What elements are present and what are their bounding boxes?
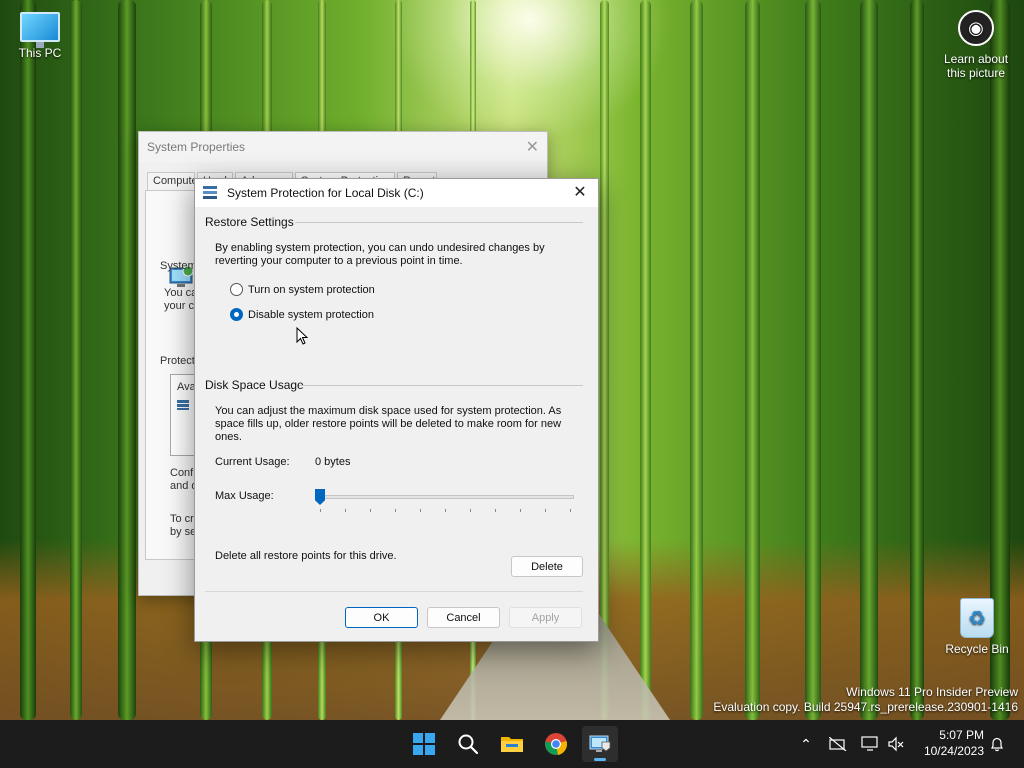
drive-icon <box>177 400 189 410</box>
close-icon[interactable]: ✕ <box>526 137 539 157</box>
file-explorer-icon <box>501 737 523 752</box>
system-properties-icon <box>589 735 611 752</box>
mouse-pointer-icon <box>296 327 308 345</box>
slider-track[interactable] <box>315 495 574 499</box>
apply-button[interactable]: Apply <box>509 607 582 628</box>
network-off-icon <box>829 737 847 751</box>
network-status[interactable] <box>826 720 850 768</box>
slider-tick <box>445 509 446 512</box>
start-button[interactable] <box>406 726 442 762</box>
create-text-line1: To cr <box>170 513 194 525</box>
configure-text-line1: Confi <box>170 467 196 479</box>
cancel-button[interactable]: Cancel <box>427 607 500 628</box>
slider-tick <box>470 509 471 512</box>
search-button[interactable] <box>450 726 486 762</box>
system-protection-dialog[interactable]: System Protection for Local Disk (C:) ✕ … <box>194 178 599 642</box>
group-divider <box>299 385 583 386</box>
restore-settings-description: By enabling system protection, you can u… <box>215 242 545 267</box>
max-usage-label: Max Usage: <box>215 490 274 502</box>
chrome-icon <box>545 733 567 755</box>
slider-tick <box>370 509 371 512</box>
radio-label: Disable system protection <box>248 308 374 321</box>
tab-computer-name[interactable]: Compute <box>147 172 195 190</box>
radio-button-selected[interactable] <box>230 308 243 321</box>
slider-tick <box>395 509 396 512</box>
search-icon <box>458 734 479 755</box>
close-icon[interactable]: ✕ <box>570 183 590 203</box>
chevron-up-icon: ⌃ <box>800 735 812 752</box>
max-usage-slider[interactable] <box>315 489 575 513</box>
dialog-titlebar[interactable]: System Protection for Local Disk (C:) <box>195 179 598 207</box>
desktop-icon-label-line1: Learn about <box>943 52 1009 66</box>
system-clock[interactable]: 5:07 PM 10/24/2023 <box>924 727 984 759</box>
system-properties-titlebar[interactable]: System Properties <box>139 132 547 162</box>
protection-settings-heading: Protecti <box>160 355 198 367</box>
disk-space-usage-heading: Disk Space Usage <box>205 378 304 392</box>
slider-tick <box>520 509 521 512</box>
delete-restore-points-text: Delete all restore points for this drive… <box>215 550 397 562</box>
desktop-icon-learn-about-picture[interactable]: ◉ Learn about this picture <box>936 10 1016 80</box>
restore-settings-heading: Restore Settings <box>205 215 294 229</box>
slider-tick <box>495 509 496 512</box>
show-hidden-icons-button[interactable]: ⌃ <box>796 720 816 768</box>
display-status[interactable] <box>858 720 882 768</box>
notification-bell-icon <box>991 737 1003 752</box>
volume-muted-icon <box>888 736 904 752</box>
watermark-line2: Evaluation copy. Build 25947.rs_prerelea… <box>713 700 1018 714</box>
volume-status[interactable] <box>884 720 908 768</box>
slider-tick <box>420 509 421 512</box>
watermark-line1: Windows 11 Pro Insider Preview <box>846 685 1018 699</box>
desktop-icon-label-line2: this picture <box>946 66 1006 80</box>
system-restore-desc-line1: You ca <box>164 287 198 299</box>
desktop-icon-label: This PC <box>18 46 62 60</box>
delete-button[interactable]: Delete <box>511 556 583 577</box>
slider-tick <box>570 509 571 512</box>
camera-info-icon: ◉ <box>958 10 994 46</box>
desktop-icon-this-pc[interactable]: This PC <box>12 10 68 60</box>
desktop-icon-label: Recycle Bin <box>945 642 1009 656</box>
slider-tick <box>345 509 346 512</box>
monitor-icon <box>20 12 60 48</box>
radio-label: Turn on system protection <box>248 283 375 296</box>
display-icon <box>861 736 878 751</box>
system-properties-taskbar-button[interactable] <box>582 726 618 762</box>
dialog-title: System Protection for Local Disk (C:) <box>227 186 424 200</box>
notifications-button[interactable] <box>986 720 1008 768</box>
evaluation-watermark: Windows 11 Pro Insider Preview Evaluatio… <box>713 685 1018 715</box>
ok-button[interactable]: OK <box>345 607 418 628</box>
slider-tick <box>320 509 321 512</box>
drive-protection-icon <box>203 186 219 200</box>
slider-thumb[interactable] <box>315 489 325 505</box>
current-usage-value: 0 bytes <box>315 456 351 468</box>
group-divider <box>295 222 583 223</box>
clock-time: 5:07 PM <box>939 728 984 742</box>
disk-space-description: You can adjust the maximum disk space us… <box>215 405 562 443</box>
radio-button[interactable] <box>230 283 243 296</box>
start-icon <box>413 733 435 755</box>
create-text-line2: by se <box>170 526 197 538</box>
chrome-button[interactable] <box>538 726 574 762</box>
system-restore-heading: System <box>160 260 197 272</box>
current-usage-label: Current Usage: <box>215 456 290 468</box>
taskbar: ⌃ 5:07 PM 10/24/2023 <box>0 720 1024 768</box>
desktop-icon-recycle-bin[interactable]: ♻ Recycle Bin <box>940 598 1014 656</box>
window-title: System Properties <box>147 140 246 154</box>
file-explorer-button[interactable] <box>494 726 530 762</box>
clock-date: 10/24/2023 <box>923 744 984 758</box>
radio-turn-on-protection[interactable]: Turn on system protection <box>230 283 375 296</box>
recycle-bin-icon: ♻ <box>960 598 994 638</box>
button-separator <box>205 591 583 592</box>
slider-tick <box>545 509 546 512</box>
radio-disable-protection[interactable]: Disable system protection <box>230 308 374 321</box>
